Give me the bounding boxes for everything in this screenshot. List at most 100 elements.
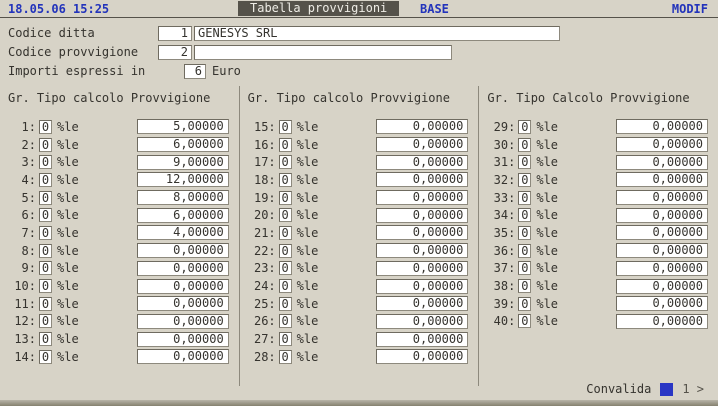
tipo-calcolo-input[interactable]: 0 bbox=[518, 244, 531, 258]
provvigione-value-input[interactable]: 0,00000 bbox=[376, 314, 468, 329]
provvigione-value-input[interactable]: 0,00000 bbox=[137, 296, 229, 311]
tipo-calcolo-input[interactable]: 0 bbox=[279, 191, 292, 205]
base-menu-label[interactable]: BASE bbox=[420, 2, 449, 16]
provvigione-value-input[interactable]: 5,00000 bbox=[137, 119, 229, 134]
commission-row: 8:0%le0,00000 bbox=[8, 242, 239, 260]
tipo-calcolo-input[interactable]: 0 bbox=[39, 261, 52, 275]
provvigione-value-input[interactable]: 0,00000 bbox=[616, 190, 708, 205]
bottom-scrollbar[interactable] bbox=[0, 400, 718, 406]
tipo-calcolo-input[interactable]: 0 bbox=[39, 350, 52, 364]
tipo-calcolo-input[interactable]: 0 bbox=[39, 173, 52, 187]
provvigione-value-input[interactable]: 0,00000 bbox=[376, 332, 468, 347]
provvigione-value-input[interactable]: 0,00000 bbox=[616, 208, 708, 223]
provvigione-value-input[interactable]: 0,00000 bbox=[376, 279, 468, 294]
tipo-calcolo-input[interactable]: 0 bbox=[279, 120, 292, 134]
provvigione-value-input[interactable]: 0,00000 bbox=[137, 332, 229, 347]
importi-code-input[interactable]: 6 bbox=[184, 64, 206, 79]
provvigione-value-input[interactable]: 0,00000 bbox=[376, 243, 468, 258]
tipo-calcolo-input[interactable]: 0 bbox=[518, 120, 531, 134]
provvigione-value-input[interactable]: 0,00000 bbox=[137, 314, 229, 329]
provvigione-value-input[interactable]: 0,00000 bbox=[616, 279, 708, 294]
provvigione-value-input[interactable]: 0,00000 bbox=[376, 137, 468, 152]
tipo-calcolo-input[interactable]: 0 bbox=[39, 226, 52, 240]
provvigione-value-input[interactable]: 6,00000 bbox=[137, 208, 229, 223]
tipo-calcolo-input[interactable]: 0 bbox=[518, 173, 531, 187]
tipo-calcolo-input[interactable]: 0 bbox=[279, 208, 292, 222]
provvigione-value-input[interactable]: 0,00000 bbox=[616, 137, 708, 152]
provvigione-value-input[interactable]: 0,00000 bbox=[376, 261, 468, 276]
tipo-calcolo-input[interactable]: 0 bbox=[279, 244, 292, 258]
tipo-calcolo-input[interactable]: 0 bbox=[518, 261, 531, 275]
provvigione-value-input[interactable]: 0,00000 bbox=[376, 349, 468, 364]
tipo-calcolo-input[interactable]: 0 bbox=[279, 173, 292, 187]
provvigione-value-input[interactable]: 0,00000 bbox=[137, 243, 229, 258]
tipo-calcolo-input[interactable]: 0 bbox=[518, 226, 531, 240]
tipo-calcolo-input[interactable]: 0 bbox=[279, 226, 292, 240]
tipo-calcolo-input[interactable]: 0 bbox=[518, 279, 531, 293]
provvigione-value-input[interactable]: 9,00000 bbox=[137, 155, 229, 170]
provvigione-value-input[interactable]: 6,00000 bbox=[137, 137, 229, 152]
provvigione-value-input[interactable]: 4,00000 bbox=[137, 225, 229, 240]
tipo-calcolo-input[interactable]: 0 bbox=[518, 138, 531, 152]
tipo-calcolo-input[interactable]: 0 bbox=[39, 155, 52, 169]
column-rows: 1:0%le5,000002:0%le6,000003:0%le9,000004… bbox=[8, 118, 239, 366]
provvigione-value-input[interactable]: 0,00000 bbox=[376, 155, 468, 170]
provvigione-value-input[interactable]: 0,00000 bbox=[616, 314, 708, 329]
provvigione-value-input[interactable]: 8,00000 bbox=[137, 190, 229, 205]
provvigione-value-input[interactable]: 0,00000 bbox=[376, 190, 468, 205]
provvigione-value-input[interactable]: 0,00000 bbox=[616, 296, 708, 311]
tipo-calcolo-input[interactable]: 0 bbox=[279, 138, 292, 152]
convalida-button[interactable]: Convalida bbox=[586, 382, 651, 396]
tipo-calcolo-input[interactable]: 0 bbox=[279, 350, 292, 364]
provvigione-value-input[interactable]: 0,00000 bbox=[137, 349, 229, 364]
tipo-calcolo-input[interactable]: 0 bbox=[39, 332, 52, 346]
tipo-calcolo-input[interactable]: 0 bbox=[279, 297, 292, 311]
provvigione-value-input[interactable]: 0,00000 bbox=[616, 155, 708, 170]
provvigione-value-input[interactable]: 0,00000 bbox=[376, 208, 468, 223]
tipo-calcolo-input[interactable]: 0 bbox=[279, 261, 292, 275]
provvigione-value-input[interactable]: 0,00000 bbox=[376, 172, 468, 187]
calcolo-type-label: %le bbox=[57, 208, 79, 222]
tipo-calcolo-input[interactable]: 0 bbox=[39, 297, 52, 311]
tipo-calcolo-input[interactable]: 0 bbox=[39, 120, 52, 134]
provvigione-value-input[interactable]: 0,00000 bbox=[616, 261, 708, 276]
modif-mode-label[interactable]: MODIF bbox=[672, 2, 708, 16]
commission-row: 1:0%le5,00000 bbox=[8, 118, 239, 136]
commission-row: 32:0%le0,00000 bbox=[487, 171, 718, 189]
page-nav-label[interactable]: 1 > bbox=[682, 382, 704, 396]
tipo-calcolo-input[interactable]: 0 bbox=[39, 314, 52, 328]
row-number-label: 25: bbox=[248, 297, 276, 311]
provvigione-value-input[interactable]: 0,00000 bbox=[616, 172, 708, 187]
calcolo-type-label: %le bbox=[57, 226, 79, 240]
tipo-calcolo-input[interactable]: 0 bbox=[39, 208, 52, 222]
provvigione-value-input[interactable]: 0,00000 bbox=[616, 225, 708, 240]
tipo-calcolo-input[interactable]: 0 bbox=[518, 155, 531, 169]
codice-provvigione-input[interactable]: 2 bbox=[158, 45, 192, 60]
tipo-calcolo-input[interactable]: 0 bbox=[518, 208, 531, 222]
tipo-calcolo-input[interactable]: 0 bbox=[518, 314, 531, 328]
codice-ditta-input[interactable]: 1 bbox=[158, 26, 192, 41]
tipo-calcolo-input[interactable]: 0 bbox=[39, 279, 52, 293]
tipo-calcolo-input[interactable]: 0 bbox=[279, 332, 292, 346]
tipo-calcolo-input[interactable]: 0 bbox=[518, 297, 531, 311]
provvigione-value-input[interactable]: 0,00000 bbox=[376, 296, 468, 311]
provvigione-name-input[interactable] bbox=[194, 45, 452, 60]
calcolo-type-label: %le bbox=[297, 261, 319, 275]
provvigione-value-input[interactable]: 0,00000 bbox=[137, 261, 229, 276]
tipo-calcolo-input[interactable]: 0 bbox=[279, 279, 292, 293]
tipo-calcolo-input[interactable]: 0 bbox=[39, 138, 52, 152]
provvigione-value-input[interactable]: 0,00000 bbox=[376, 119, 468, 134]
tipo-calcolo-input[interactable]: 0 bbox=[39, 191, 52, 205]
page-indicator-block[interactable] bbox=[660, 383, 673, 396]
tipo-calcolo-input[interactable]: 0 bbox=[518, 191, 531, 205]
tipo-calcolo-input[interactable]: 0 bbox=[279, 314, 292, 328]
provvigione-value-input[interactable]: 0,00000 bbox=[137, 279, 229, 294]
ditta-name-input[interactable]: GENESYS SRL bbox=[194, 26, 560, 41]
provvigione-value-input[interactable]: 0,00000 bbox=[616, 243, 708, 258]
tipo-calcolo-input[interactable]: 0 bbox=[279, 155, 292, 169]
tipo-calcolo-input[interactable]: 0 bbox=[39, 244, 52, 258]
provvigione-value-input[interactable]: 0,00000 bbox=[616, 119, 708, 134]
provvigione-value-input[interactable]: 0,00000 bbox=[376, 225, 468, 240]
calcolo-type-label: %le bbox=[297, 244, 319, 258]
provvigione-value-input[interactable]: 12,00000 bbox=[137, 172, 229, 187]
